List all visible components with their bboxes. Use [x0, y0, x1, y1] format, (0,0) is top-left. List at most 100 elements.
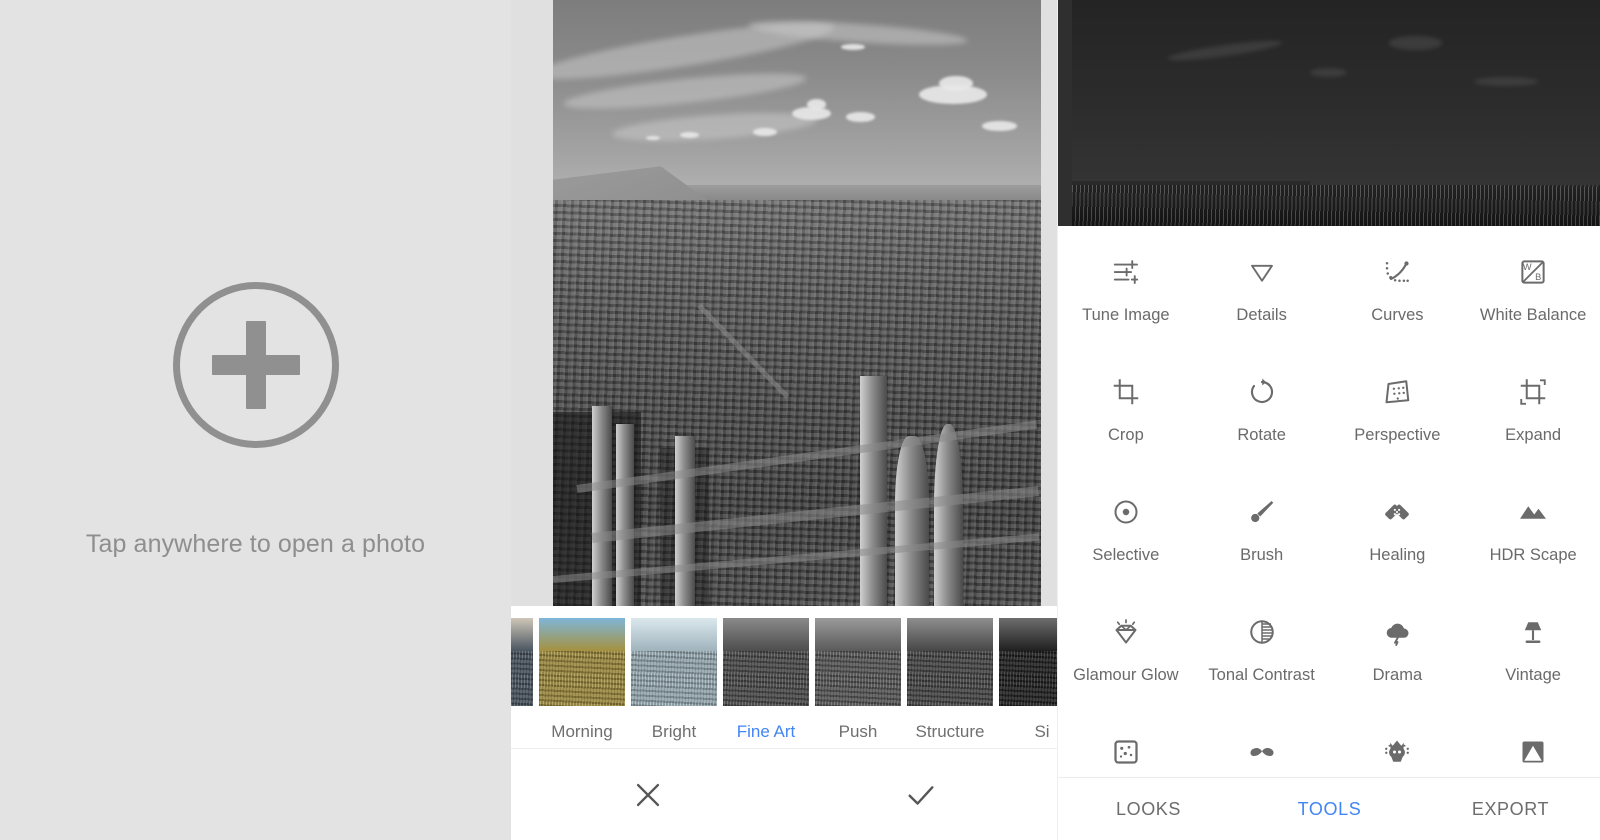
tool-label: Tonal Contrast — [1208, 666, 1314, 686]
tool-label: Selective — [1092, 546, 1159, 566]
look-item[interactable]: Push — [815, 618, 901, 742]
tool-rotate[interactable]: Rotate — [1194, 356, 1330, 476]
looks-panel: ow Morning Bright Fine Art Push Structure Si — [511, 0, 1057, 840]
tool-expand[interactable]: Expand — [1465, 356, 1600, 476]
look-thumbnail[interactable] — [815, 618, 901, 706]
looks-filmstrip-track[interactable]: ow Morning Bright Fine Art Push Structure Si — [511, 618, 1057, 742]
tool-tonal-contrast[interactable]: Tonal Contrast — [1194, 596, 1330, 716]
tool-label: Vintage — [1505, 666, 1561, 686]
tool-grunge-skull[interactable] — [1330, 716, 1466, 777]
grunge-skull-icon — [1377, 732, 1417, 772]
photo-artwork — [553, 0, 1041, 606]
tools-photo-preview[interactable] — [1058, 0, 1600, 226]
rotate-icon — [1242, 372, 1282, 412]
photo-canvas[interactable] — [511, 0, 1057, 606]
tools-panel: Tune Image Details Curves WB White Balance Cr… — [1057, 0, 1600, 840]
tool-curves[interactable]: Curves — [1330, 236, 1466, 356]
tool-glamour-glow[interactable]: Glamour Glow — [1058, 596, 1194, 716]
tool-label: Curves — [1371, 306, 1423, 326]
look-item[interactable]: Bright — [631, 618, 717, 742]
moustache-retrolux-icon — [1242, 732, 1282, 772]
look-item[interactable]: ow — [511, 618, 533, 742]
tool-label: Glamour Glow — [1073, 666, 1178, 686]
cancel-button[interactable] — [616, 763, 680, 827]
look-item[interactable]: Si — [999, 618, 1057, 742]
tool-details[interactable]: Details — [1194, 236, 1330, 356]
tool-vintage[interactable]: Vintage — [1465, 596, 1600, 716]
look-label: Fine Art — [737, 722, 796, 742]
tool-healing[interactable]: Healing — [1330, 476, 1466, 596]
tool-label: Crop — [1108, 426, 1144, 446]
tool-crop[interactable]: Crop — [1058, 356, 1194, 476]
black-and-white-split-icon — [1513, 732, 1553, 772]
tool-label: Brush — [1240, 546, 1283, 566]
tool-label: Drama — [1373, 666, 1423, 686]
svg-text:W: W — [1523, 262, 1532, 272]
look-thumbnail[interactable] — [999, 618, 1057, 706]
mountains-icon — [1513, 492, 1553, 532]
tool-tune-image[interactable]: Tune Image — [1058, 236, 1194, 356]
looks-filmstrip[interactable]: ow Morning Bright Fine Art Push Structure Si — [511, 606, 1057, 748]
tool-label: Details — [1236, 306, 1286, 326]
tool-grainy-film-dice[interactable] — [1058, 716, 1194, 777]
tools-preview-image — [1072, 0, 1600, 226]
snapseed-composite-screen: Tap anywhere to open a photo — [0, 0, 1600, 840]
tool-label: Rotate — [1237, 426, 1286, 446]
storm-cloud-icon — [1377, 612, 1417, 652]
look-label: Push — [839, 722, 878, 742]
healing-bandage-icon — [1377, 492, 1417, 532]
tool-black-and-white-split[interactable] — [1465, 716, 1600, 777]
tab-looks[interactable]: LOOKS — [1058, 799, 1239, 820]
look-label: Morning — [551, 722, 612, 742]
perspective-icon — [1377, 372, 1417, 412]
tool-hdr-scape[interactable]: HDR Scape — [1465, 476, 1600, 596]
look-thumbnail[interactable] — [723, 618, 809, 706]
plus-circle-icon[interactable] — [173, 282, 339, 448]
empty-state-content[interactable]: Tap anywhere to open a photo — [0, 0, 511, 840]
main-photo[interactable] — [553, 0, 1041, 606]
plus-glyph — [212, 321, 300, 409]
look-item[interactable]: Fine Art — [723, 618, 809, 742]
look-thumbnail[interactable] — [511, 618, 533, 706]
tools-tabbar[interactable]: LOOKSTOOLSEXPORT — [1058, 777, 1600, 840]
tool-label: Perspective — [1354, 426, 1440, 446]
tool-label: White Balance — [1480, 306, 1586, 326]
tool-brush[interactable]: Brush — [1194, 476, 1330, 596]
crop-icon — [1106, 372, 1146, 412]
empty-state-panel[interactable]: Tap anywhere to open a photo — [0, 0, 511, 840]
look-thumbnail[interactable] — [539, 618, 625, 706]
svg-text:B: B — [1535, 272, 1541, 282]
tool-drama[interactable]: Drama — [1330, 596, 1466, 716]
look-thumbnail[interactable] — [907, 618, 993, 706]
empty-state-hint: Tap anywhere to open a photo — [86, 530, 425, 559]
check-icon — [904, 778, 938, 812]
half-circle-contrast-icon — [1242, 612, 1282, 652]
tool-label: Healing — [1369, 546, 1425, 566]
look-item[interactable]: Structure — [907, 618, 993, 742]
sliders-icon — [1106, 252, 1146, 292]
white-balance-icon: WB — [1513, 252, 1553, 292]
tool-white-balance[interactable]: WB White Balance — [1465, 236, 1600, 356]
tool-perspective[interactable]: Perspective — [1330, 356, 1466, 476]
expand-icon — [1513, 372, 1553, 412]
tool-selective[interactable]: Selective — [1058, 476, 1194, 596]
tool-moustache-retrolux[interactable] — [1194, 716, 1330, 777]
tab-export[interactable]: EXPORT — [1420, 799, 1600, 820]
tool-label: HDR Scape — [1490, 546, 1577, 566]
looks-action-bar — [511, 748, 1057, 840]
tab-tools[interactable]: TOOLS — [1239, 799, 1420, 820]
curve-icon — [1377, 252, 1417, 292]
look-label: Structure — [916, 722, 985, 742]
lamp-icon — [1513, 612, 1553, 652]
close-icon — [631, 778, 665, 812]
triangle-down-icon — [1242, 252, 1282, 292]
apply-button[interactable] — [889, 763, 953, 827]
look-thumbnail[interactable] — [631, 618, 717, 706]
selective-target-icon — [1106, 492, 1146, 532]
tools-grid[interactable]: Tune Image Details Curves WB White Balance Cr… — [1058, 226, 1600, 777]
diamond-sparkle-icon — [1106, 612, 1146, 652]
look-label: Bright — [652, 722, 696, 742]
grainy-film-dice-icon — [1106, 732, 1146, 772]
tool-label: Expand — [1505, 426, 1561, 446]
look-item[interactable]: Morning — [539, 618, 625, 742]
